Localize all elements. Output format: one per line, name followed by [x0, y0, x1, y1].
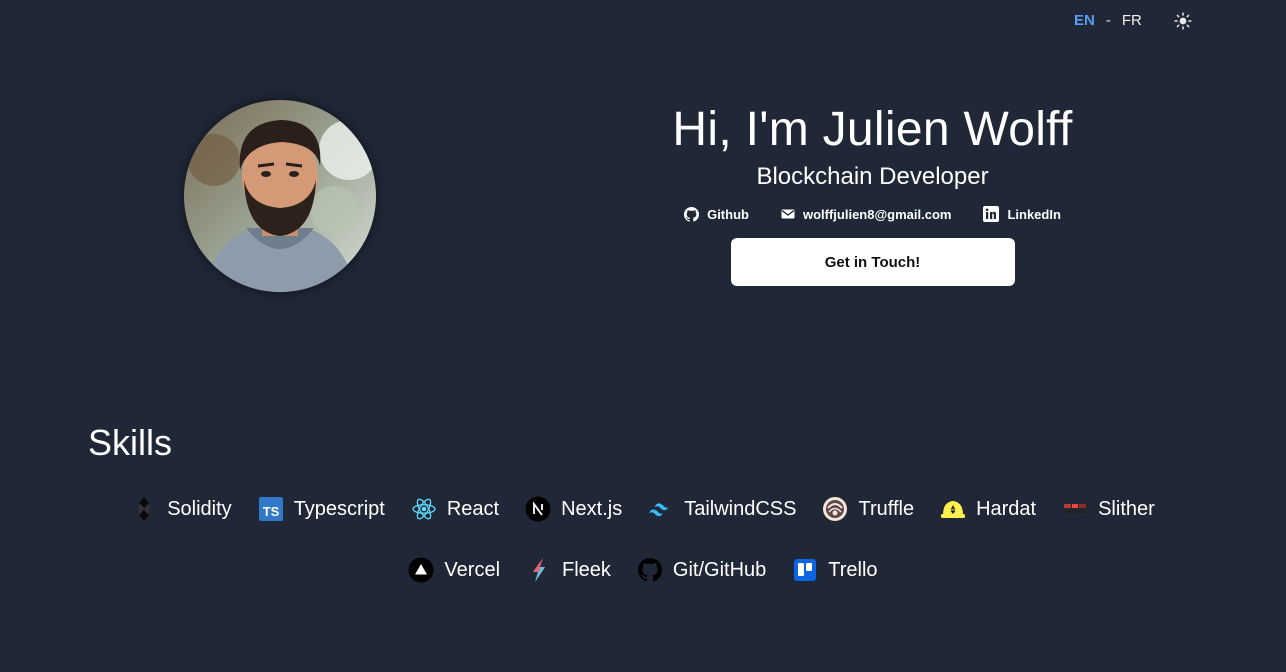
linkedin-link-label: LinkedIn — [1007, 206, 1061, 222]
skill-label: Hardat — [976, 497, 1037, 520]
portfolio-page: EN - FR Hi, I'm Julien Wolff Blockchain … — [0, 0, 1286, 672]
skills-row-2: Vercel Fleek Git/GitHub Trello — [0, 555, 1286, 585]
github-icon — [637, 557, 663, 583]
skill-label: Solidity — [167, 497, 232, 520]
vercel-icon — [408, 557, 434, 583]
language-switch: EN - FR — [1074, 12, 1142, 29]
linkedin-icon — [983, 206, 1000, 222]
skill-item: Slither — [1062, 494, 1155, 524]
skill-item: Vercel — [408, 555, 500, 585]
skill-item: TS Typescript — [258, 494, 385, 524]
lang-fr-link[interactable]: FR — [1122, 12, 1142, 29]
skill-item: Next.js — [525, 494, 622, 524]
skill-item: Trello — [792, 555, 878, 585]
skill-item: Hardat — [940, 494, 1036, 524]
github-link[interactable]: Github — [684, 206, 749, 222]
theme-toggle-button[interactable] — [1172, 10, 1194, 32]
fleek-icon — [526, 557, 552, 583]
skill-item: React — [411, 494, 499, 524]
skill-label: Truffle — [858, 497, 915, 520]
lang-separator: - — [1105, 12, 1111, 29]
skill-label: Typescript — [293, 497, 385, 520]
skill-label: Trello — [828, 558, 878, 581]
skill-label: Slither — [1098, 497, 1155, 520]
hero-section: Hi, I'm Julien Wolff Blockchain Develope… — [650, 100, 1095, 286]
avatar — [184, 100, 376, 292]
skill-label: Next.js — [561, 497, 623, 520]
trello-icon — [792, 557, 818, 583]
github-link-label: Github — [707, 206, 749, 222]
typescript-icon: TS — [258, 496, 284, 522]
nextjs-icon — [525, 496, 551, 522]
tailwind-icon — [648, 496, 674, 522]
skill-label: React — [446, 497, 500, 520]
sun-icon — [1174, 12, 1192, 30]
skill-item: Fleek — [526, 555, 611, 585]
skill-label: Fleek — [562, 558, 611, 581]
svg-text:TS: TS — [262, 504, 279, 519]
profile-photo — [184, 100, 376, 292]
skills-row-1: Solidity TS Typescript React Next.js Tai… — [0, 494, 1286, 524]
get-in-touch-button[interactable]: Get in Touch! — [730, 238, 1015, 286]
skill-item: TailwindCSS — [648, 494, 796, 524]
github-icon — [684, 206, 700, 222]
hero-subtitle: Blockchain Developer — [756, 163, 989, 190]
hero-title: Hi, I'm Julien Wolff — [672, 103, 1073, 156]
skill-label: Vercel — [444, 558, 501, 581]
skill-label: TailwindCSS — [684, 497, 797, 520]
skills-heading: Skills — [88, 422, 173, 463]
truffle-icon — [822, 496, 848, 522]
linkedin-link[interactable]: LinkedIn — [983, 206, 1061, 222]
skill-item: Solidity — [131, 494, 232, 524]
skill-label: Git/GitHub — [672, 558, 767, 581]
mail-icon — [781, 209, 795, 219]
contact-links: Github wolffjulien8@gmail.com LinkedIn — [650, 206, 1095, 222]
slither-icon — [1062, 496, 1088, 522]
lang-en-link[interactable]: EN — [1074, 12, 1095, 29]
solidity-icon — [131, 496, 157, 522]
email-link[interactable]: wolffjulien8@gmail.com — [781, 206, 951, 222]
skill-item: Truffle — [822, 494, 914, 524]
email-link-label: wolffjulien8@gmail.com — [802, 206, 952, 222]
hardhat-icon — [940, 496, 966, 522]
skill-item: Git/GitHub — [637, 555, 766, 585]
react-icon — [411, 496, 437, 522]
